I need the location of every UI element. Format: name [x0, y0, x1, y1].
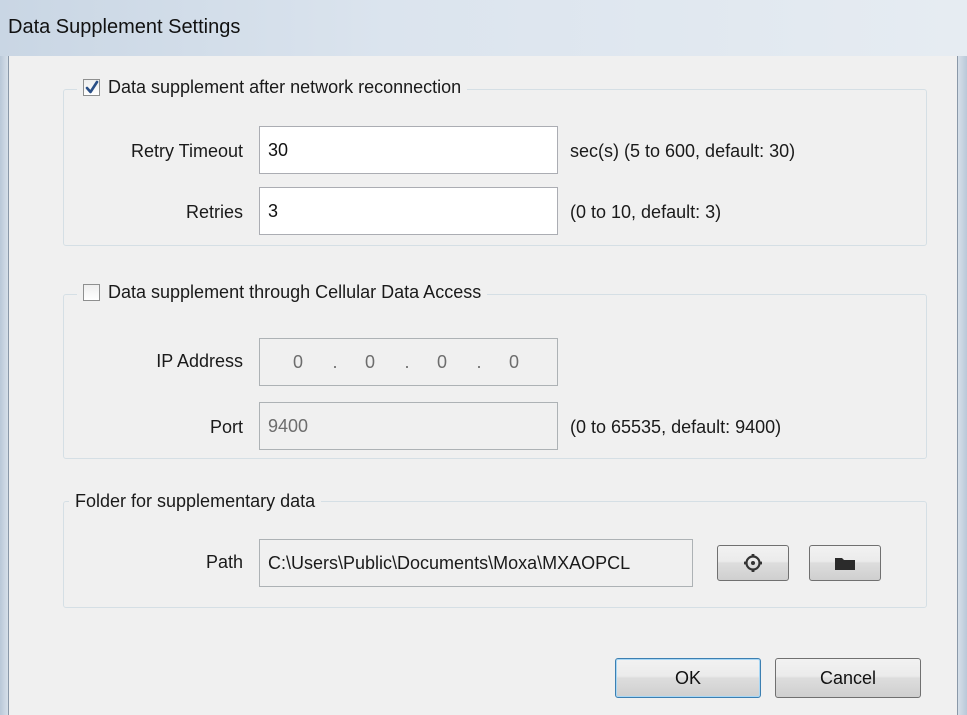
dialog-body: Data supplement after network reconnecti…	[8, 56, 958, 715]
port-hint: (0 to 65535, default: 9400)	[570, 417, 782, 437]
ip-address-label: IP Address	[156, 351, 243, 371]
path-input[interactable]: C:\Users\Public\Documents\Moxa\MXAOPCL	[259, 539, 693, 587]
reconnect-checkbox-label[interactable]: Data supplement after network reconnecti…	[108, 77, 461, 98]
port-label: Port	[209, 417, 243, 437]
reconnect-legend: Data supplement after network reconnecti…	[77, 74, 468, 100]
ip-octet-2: 0	[364, 352, 375, 372]
ip-dot: .	[404, 352, 410, 372]
cellular-legend: Data supplement through Cellular Data Ac…	[77, 279, 488, 305]
path-label: Path	[205, 552, 243, 572]
retry-timeout-input[interactable]: 30	[259, 126, 558, 174]
ip-octet-4: 0	[508, 352, 519, 372]
gear-icon	[744, 554, 762, 572]
retries-label: Retries	[185, 202, 243, 222]
title-bar: Data Supplement Settings	[0, 0, 967, 56]
retry-timeout-label: Retry Timeout	[130, 141, 243, 161]
ok-button[interactable]: OK	[615, 658, 761, 698]
window-title: Data Supplement Settings	[8, 16, 241, 38]
ip-address-input[interactable]: 0 . 0 . 0 . 0	[259, 338, 558, 386]
port-input[interactable]: 9400	[259, 402, 558, 450]
cancel-button[interactable]: Cancel	[775, 658, 921, 698]
ip-dot: .	[476, 352, 482, 372]
cellular-checkbox-label[interactable]: Data supplement through Cellular Data Ac…	[108, 282, 481, 303]
checkmark-icon	[85, 80, 99, 93]
reset-path-button[interactable]	[717, 545, 789, 581]
folder-legend: Folder for supplementary data	[69, 488, 322, 514]
reconnect-checkbox[interactable]	[83, 78, 100, 96]
cellular-checkbox[interactable]	[83, 283, 100, 301]
window-frame-right	[958, 56, 967, 715]
folder-group-title: Folder for supplementary data	[75, 490, 316, 511]
browse-folder-button[interactable]	[809, 545, 881, 581]
ip-octet-3: 0	[436, 352, 447, 372]
folder-icon	[835, 558, 855, 570]
retries-hint: (0 to 10, default: 3)	[570, 202, 722, 222]
window-frame-left	[0, 56, 8, 715]
retry-timeout-hint: sec(s) (5 to 600, default: 30)	[570, 141, 796, 161]
ip-octet-1: 0	[292, 352, 303, 372]
ip-dot: .	[332, 352, 338, 372]
retries-input[interactable]: 3	[259, 187, 558, 235]
